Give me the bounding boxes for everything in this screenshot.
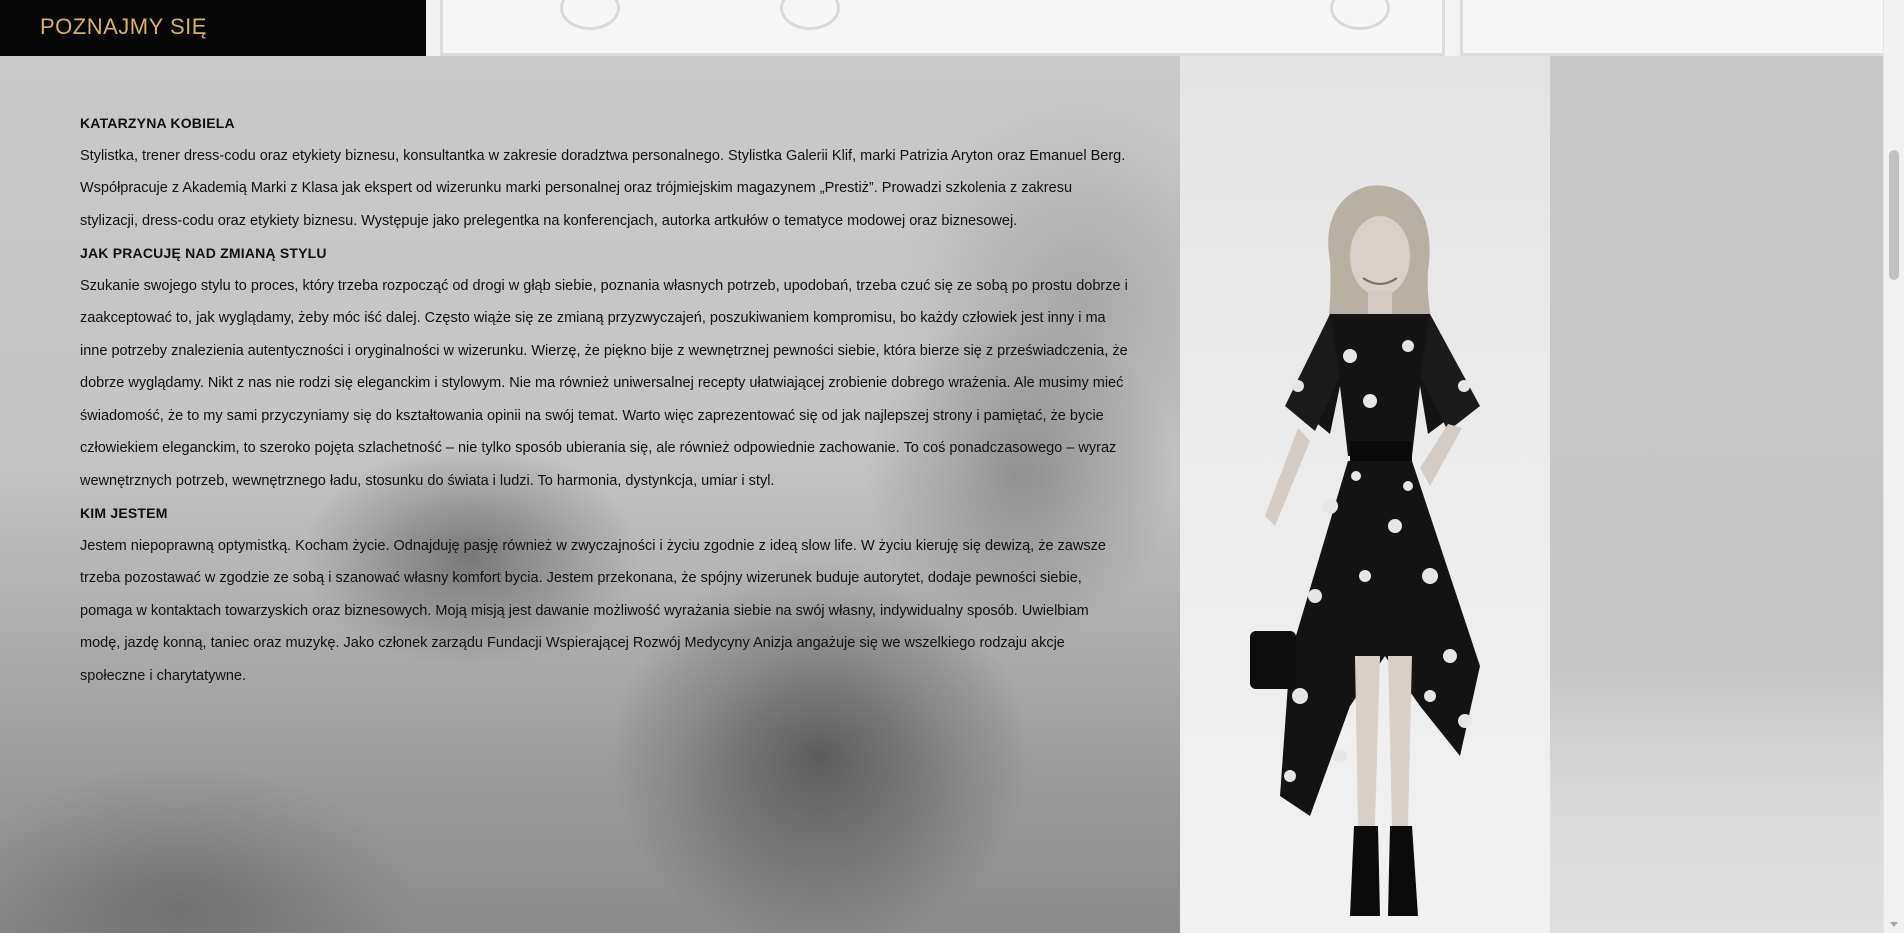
about-content: KATARZYNA KOBIELA Stylistka, trener dres… xyxy=(80,107,1130,692)
scrollbar-thumb[interactable] xyxy=(1889,150,1899,280)
woman-portrait-icon xyxy=(1250,185,1480,916)
section-label-text: POZNAJMY SIĘ xyxy=(40,14,207,39)
section-text-bio: Stylistka, trener dress-codu oraz etykie… xyxy=(80,147,1126,229)
section-text-style-change: Szukanie swojego stylu to proces, który … xyxy=(80,277,1128,489)
ornament-panel xyxy=(1460,0,1890,56)
section-heading-name: KATARZYNA KOBIELA xyxy=(80,115,235,131)
chevron-down-icon[interactable] xyxy=(1890,922,1898,927)
section-text-who-i-am: Jestem niepoprawną optymistką. Kocham ży… xyxy=(80,537,1106,684)
portrait-photo xyxy=(1180,56,1550,933)
vertical-scrollbar[interactable] xyxy=(1883,0,1904,933)
section-heading-who-i-am: KIM JESTEM xyxy=(80,505,168,521)
background-right xyxy=(1550,56,1884,933)
section-heading-style-change: JAK PRACUJĘ NAD ZMIANĄ STYLU xyxy=(80,245,327,261)
section-label: POZNAJMY SIĘ xyxy=(0,0,426,56)
